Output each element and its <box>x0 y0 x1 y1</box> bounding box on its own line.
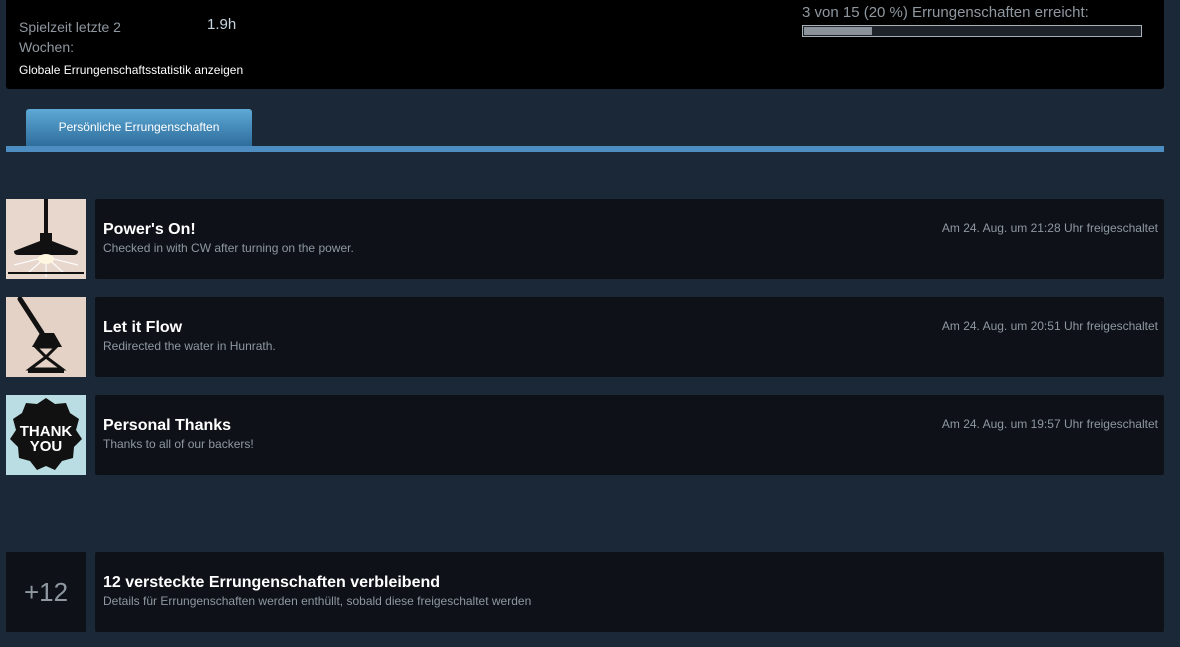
achievement-description: Thanks to all of our backers! <box>103 437 254 451</box>
thank-you-badge-icon: THANK YOU <box>6 395 86 475</box>
progress-bar-fill <box>804 27 872 35</box>
global-stats-link[interactable]: Globale Errungenschaftsstatistik anzeige… <box>19 63 243 77</box>
hidden-achievements-description: Details für Errungenschaften werden enth… <box>103 594 532 608</box>
valve-lever-icon <box>6 297 86 377</box>
progress-bar <box>802 25 1142 37</box>
badge-text-you: YOU <box>30 438 63 455</box>
achievement-row: THANK YOU Personal Thanks Thanks to all … <box>6 395 1164 475</box>
playtime-label: Spielzeit letzte 2 Wochen: <box>19 19 121 55</box>
achievement-unlock-date: Am 24. Aug. um 19:57 Uhr freigeschaltet <box>941 417 1158 431</box>
hidden-achievements-title: 12 versteckte Errungenschaften verbleibe… <box>103 574 441 591</box>
achievement-unlock-date: Am 24. Aug. um 21:28 Uhr freigeschaltet <box>941 221 1158 235</box>
achievement-panel: Let it Flow Redirected the water in Hunr… <box>95 297 1164 377</box>
stats-header: Spielzeit letzte 2 Wochen: 1.9h Globale … <box>6 0 1164 89</box>
achievement-panel: Personal Thanks Thanks to all of our bac… <box>95 395 1164 475</box>
playtime-value: 1.9h <box>207 16 237 33</box>
achievement-row: Power's On! Checked in with CW after tur… <box>6 199 1164 279</box>
tab-underline <box>6 146 1164 152</box>
achievement-title: Personal Thanks <box>103 417 232 434</box>
achievement-unlock-date: Am 24. Aug. um 20:51 Uhr freigeschaltet <box>941 319 1158 333</box>
achievement-description: Checked in with CW after turning on the … <box>103 241 354 255</box>
progress-text: 3 von 15 (20 %) Errungenschaften erreich… <box>802 4 1089 21</box>
tab-bar: Persönliche Errungenschaften <box>6 109 1164 152</box>
achievement-panel: Power's On! Checked in with CW after tur… <box>95 199 1164 279</box>
ceiling-lamp-icon <box>6 199 86 279</box>
achievement-title: Power's On! <box>103 221 196 238</box>
achievement-description: Redirected the water in Hunrath. <box>103 339 276 353</box>
tab-personal-achievements[interactable]: Persönliche Errungenschaften <box>26 109 252 146</box>
right-edge <box>1164 0 1180 647</box>
hidden-achievements-panel: 12 versteckte Errungenschaften verbleibe… <box>95 552 1164 632</box>
hidden-count-badge: +12 <box>6 552 86 632</box>
achievement-title: Let it Flow <box>103 319 183 336</box>
achievement-row: Let it Flow Redirected the water in Hunr… <box>6 297 1164 377</box>
hidden-achievements-row: +12 12 versteckte Errungenschaften verbl… <box>6 552 1164 632</box>
